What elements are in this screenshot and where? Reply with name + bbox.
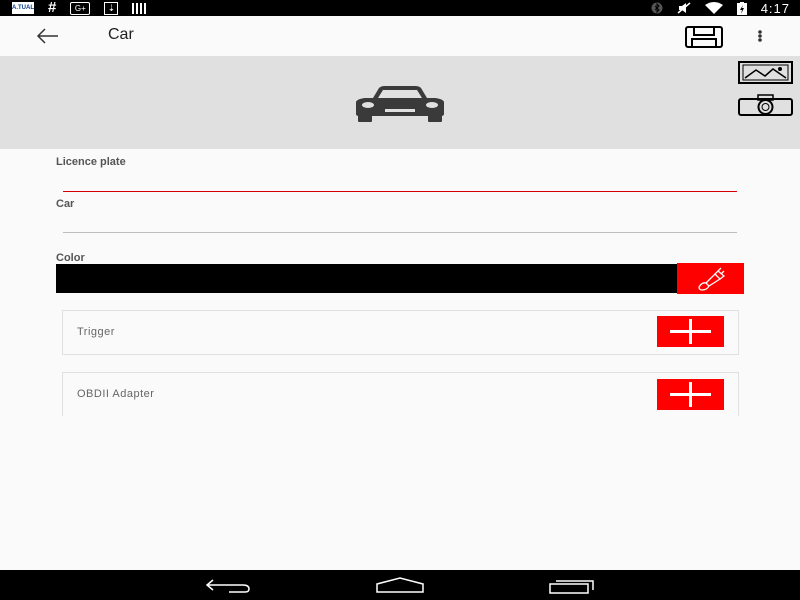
status-bar: A.TUAL # G+ ⇣ 4:17 xyxy=(0,0,800,16)
google-plus-icon: G+ xyxy=(70,1,91,15)
image-icon xyxy=(738,61,793,84)
gallery-button[interactable] xyxy=(738,61,793,89)
camera-button[interactable] xyxy=(738,94,793,121)
color-label: Color xyxy=(56,252,85,264)
floppy-disk-icon xyxy=(685,26,723,48)
nav-back-icon xyxy=(205,579,250,593)
wifi-icon xyxy=(704,2,723,14)
car-label: Car xyxy=(56,198,75,210)
add-trigger-button[interactable] xyxy=(657,316,724,347)
add-obdii-adapter-button[interactable] xyxy=(657,379,724,410)
clock: 4:17 xyxy=(760,0,790,16)
licence-plate-input[interactable] xyxy=(63,173,737,192)
trigger-card: Trigger xyxy=(62,310,739,355)
obdii-adapter-card: OBDII Adapter xyxy=(62,372,739,416)
nav-home-button[interactable] xyxy=(375,576,425,599)
download-icon: ⇣ xyxy=(104,1,119,15)
arrow-back-icon xyxy=(36,28,58,44)
nav-recents-button[interactable] xyxy=(548,576,596,599)
paintbrush-icon xyxy=(698,267,726,291)
nav-recents-icon xyxy=(549,580,594,594)
plus-icon xyxy=(670,319,711,344)
mute-icon xyxy=(677,2,691,14)
plus-icon xyxy=(670,382,711,407)
app-bar: Car xyxy=(0,16,800,56)
hash-icon: # xyxy=(48,0,57,16)
camera-icon xyxy=(738,94,793,116)
overflow-menu-button[interactable] xyxy=(752,24,768,48)
nav-back-button[interactable] xyxy=(205,576,253,599)
trigger-label: Trigger xyxy=(77,326,115,338)
color-swatch[interactable] xyxy=(56,264,677,293)
save-button[interactable] xyxy=(684,22,724,50)
system-nav-bar xyxy=(0,570,800,600)
more-vert-icon xyxy=(758,30,762,42)
battery-icon xyxy=(736,1,747,15)
car-input[interactable] xyxy=(63,214,737,233)
page-title: Car xyxy=(108,26,134,43)
licence-plate-label: Licence plate xyxy=(56,156,126,168)
car-icon xyxy=(355,86,445,127)
barcode-icon xyxy=(132,2,147,14)
carrier-logo-icon: A.TUAL xyxy=(12,2,34,14)
nav-home-icon xyxy=(376,577,424,593)
bluetooth-icon xyxy=(651,2,663,14)
back-button[interactable] xyxy=(34,24,62,48)
color-picker-button[interactable] xyxy=(677,263,744,294)
obdii-adapter-label: OBDII Adapter xyxy=(77,388,155,400)
